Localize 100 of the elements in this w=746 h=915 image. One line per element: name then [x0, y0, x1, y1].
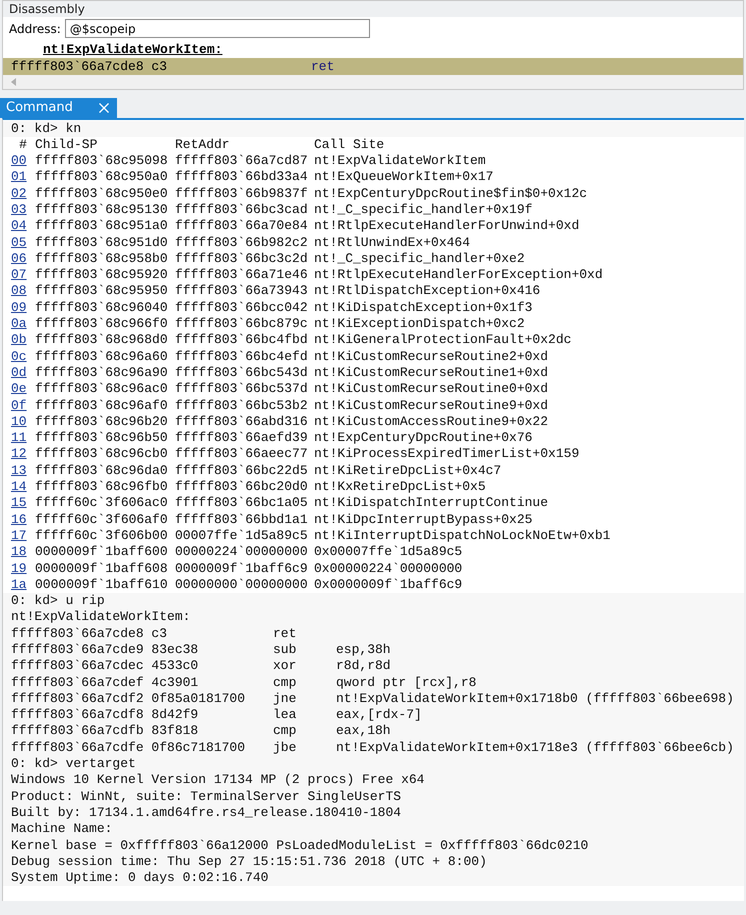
frame-link[interactable]: 0e — [11, 381, 35, 398]
frame-link[interactable]: 10 — [11, 414, 35, 430]
call-site-cell: nt!KiGeneralProtectionFault+0x2dc — [314, 332, 572, 349]
mnemonic: sub — [273, 642, 298, 658]
return-address-cell-text: fffff803`66bc4efd — [175, 348, 309, 365]
call-site-cell: nt!RtlUnwindEx+0x464 — [314, 234, 470, 251]
command-prompt: 0: kd> u rip — [3, 593, 744, 610]
call-site-cell: nt!KiProcessExpiredTimerList+0x159 — [314, 446, 580, 463]
frame-link[interactable]: 07 — [11, 267, 35, 284]
address-bytes: fffff803`66a7cdec 4533c0 — [11, 658, 200, 675]
return-address-cell-text: fffff803`66a7cd87 — [175, 153, 309, 170]
call-site-cell: nt!KiExceptionDispatch+0xc2 — [314, 316, 525, 332]
frame-link[interactable]: 00 — [11, 153, 35, 170]
address-bytes: fffff803`66a7cdef 4c3901 — [11, 674, 200, 691]
child-sp-cell-text: fffff60c`3f606af0 — [35, 512, 169, 528]
address-field[interactable]: @$scopeip — [64, 19, 370, 38]
symbol-label: nt!ExpValidateWorkItem: — [42, 42, 224, 58]
child-sp-cell-text: fffff803`68c96ac0 — [35, 381, 169, 398]
address-bytes: fffff803`66a7cde8 c3 — [11, 626, 168, 642]
call-site-cell: nt!KiCustomRecurseRoutine9+0xd — [314, 398, 548, 414]
frame-link[interactable]: 08 — [11, 283, 35, 300]
call-site-cell: nt!ExpValidateWorkItem — [314, 153, 486, 170]
frame-link[interactable]: 0a — [11, 316, 35, 332]
return-address-cell-text: fffff803`66bc3c2d — [175, 250, 309, 268]
address-bytes: fffff803`66a7cdfb 83f818 — [11, 723, 200, 740]
call-site-cell: 0x00007ffe`1d5a89c5 — [314, 544, 462, 561]
child-sp-cell-text: fffff803`68c95098 — [35, 153, 169, 170]
horizontal-scrollbar[interactable] — [3, 75, 743, 89]
frame-link[interactable]: 09 — [11, 300, 35, 316]
frame-link[interactable]: 1a — [11, 576, 35, 594]
child-sp-cell-text: 0000009f`1baff600 — [35, 544, 169, 561]
call-site-cell: nt!KxRetireDpcList+0x5 — [314, 479, 486, 496]
return-address-cell-text: fffff803`66bc879c — [175, 316, 309, 332]
child-sp-cell-text: fffff803`68c96040 — [35, 300, 169, 316]
column-header: # — [18, 136, 28, 154]
call-site-cell: nt!ExQueueWorkItem+0x17 — [314, 169, 494, 186]
return-address-cell-text: fffff803`66b982c2 — [175, 234, 309, 251]
panel-title: Disassembly — [3, 1, 743, 17]
return-address-cell-text: 00007ffe`1d5a89c5 — [175, 528, 309, 544]
frame-link[interactable]: 0c — [11, 348, 35, 365]
call-site-cell: nt!KiCustomRecurseRoutine0+0xd — [314, 381, 548, 398]
return-address-cell-text: fffff803`66aeec77 — [175, 446, 309, 463]
frame-link[interactable]: 14 — [11, 479, 35, 496]
return-address-cell-text: fffff803`66bcc042 — [175, 300, 309, 316]
column-header: Call Site — [314, 136, 384, 154]
return-address-cell-text: fffff803`66a71e46 — [175, 267, 309, 284]
operands: eax,18h — [336, 723, 391, 740]
call-site-cell: nt!KiRetireDpcList+0x4c7 — [314, 462, 502, 480]
frame-link[interactable]: 03 — [11, 202, 35, 218]
frame-link[interactable]: 05 — [11, 234, 35, 251]
command-prompt: 0: kd> vertarget — [3, 756, 744, 772]
operands: esp,38h — [336, 642, 391, 658]
close-icon[interactable] — [98, 102, 109, 112]
call-site-cell: nt!KiInterruptDispatchNoLockNoEtw+0xb1 — [314, 528, 610, 544]
child-sp-cell-text: fffff803`68c96a60 — [35, 348, 169, 365]
return-address-cell-text: fffff803`66bc543d — [175, 364, 309, 382]
frame-link[interactable]: 13 — [11, 462, 35, 480]
child-sp-cell-text: fffff60c`3f606b00 — [35, 528, 169, 544]
frame-link[interactable]: 0b — [11, 332, 35, 349]
frame-link[interactable]: 11 — [11, 430, 35, 446]
child-sp-cell-text: fffff803`68c96da0 — [35, 462, 169, 480]
child-sp-cell-text: fffff803`68c95920 — [35, 267, 169, 284]
mnemonic: ret — [273, 626, 298, 642]
return-address-cell-text: fffff803`66bc3cad — [175, 202, 309, 218]
return-address-cell-text: 0000009f`1baff6c9 — [175, 560, 309, 577]
call-site-cell: nt!KiCustomAccessRoutine9+0x22 — [314, 414, 548, 430]
scroll-left-icon[interactable] — [11, 78, 17, 86]
operands: nt!ExpValidateWorkItem+0x1718e3 (fffff803`66bee6cb) — [336, 740, 734, 756]
command-tab[interactable]: Command — [0, 98, 117, 118]
mnemonic: jne — [273, 690, 298, 708]
frame-link[interactable]: 15 — [11, 495, 35, 512]
operands: qword ptr [rcx],r8 — [336, 674, 476, 691]
child-sp-cell-text: fffff803`68c951d0 — [35, 234, 169, 251]
child-sp-cell-text: fffff803`68c966f0 — [35, 316, 169, 332]
child-sp-cell-text: 0000009f`1baff608 — [35, 560, 169, 577]
return-address-cell-text: fffff803`66aefd39 — [175, 430, 309, 446]
frame-link[interactable]: 01 — [11, 169, 35, 186]
frame-link[interactable]: 06 — [11, 250, 35, 268]
child-sp-cell-text: fffff803`68c96a90 — [35, 364, 169, 382]
frame-link[interactable]: 18 — [11, 544, 35, 561]
call-site-cell: nt!RtlpExecuteHandlerForUnwind+0xd — [314, 218, 580, 235]
call-site-cell: 0x0000009f`1baff6c9 — [314, 576, 462, 594]
call-site-cell: nt!KiCustomRecurseRoutine2+0xd — [314, 348, 548, 365]
call-site-cell: nt!RtlpExecuteHandlerForException+0xd — [314, 267, 603, 284]
frame-link[interactable]: 17 — [11, 528, 35, 544]
return-address-cell-text: fffff803`66bc53b2 — [175, 398, 309, 414]
child-sp-cell-text: fffff803`68c96af0 — [35, 398, 169, 414]
frame-link[interactable]: 0d — [11, 364, 35, 382]
child-sp-cell-text: 0000009f`1baff610 — [35, 576, 169, 594]
frame-link[interactable]: 0f — [11, 398, 35, 414]
column-header: Child-SP — [35, 136, 98, 154]
child-sp-cell-text: fffff803`68c958b0 — [35, 250, 169, 268]
call-site-cell: nt!KiDispatchException+0x1f3 — [314, 300, 532, 316]
child-sp-cell-text: fffff803`68c96b50 — [35, 430, 169, 446]
frame-link[interactable]: 16 — [11, 512, 35, 528]
child-sp-cell-text: fffff803`68c968d0 — [35, 332, 169, 349]
frame-link[interactable]: 04 — [11, 218, 35, 235]
frame-link[interactable]: 19 — [11, 560, 35, 577]
frame-link[interactable]: 12 — [11, 446, 35, 463]
frame-link[interactable]: 02 — [11, 186, 35, 202]
